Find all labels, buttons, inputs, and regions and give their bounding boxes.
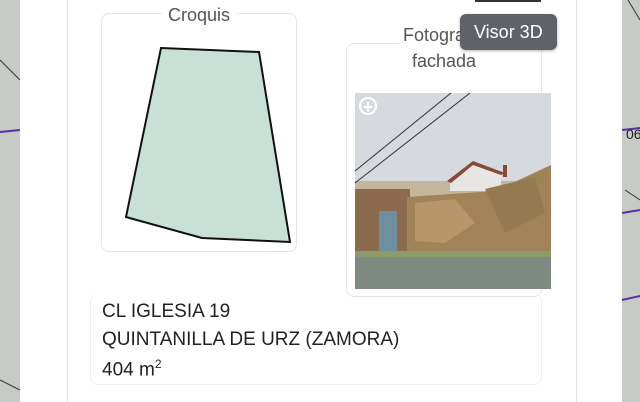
sketch-box: Croquis [101,5,297,252]
locality: QUINTANILLA DE URZ (ZAMORA) [102,329,400,350]
visor-3d-tooltip: Visor 3D [460,14,557,50]
photo-title-line2: fachada [407,48,481,74]
toolbar-strip [475,0,541,2]
zoom-in-icon[interactable]: + [359,97,377,116]
parcel-area: 404 m2 [102,357,162,381]
facade-photo[interactable]: + [355,93,551,289]
parcel-shape [124,46,292,244]
photo-box: Fotografía fachada + [346,22,551,297]
street-address: CL IGLESIA 19 [102,301,231,322]
area-exponent: 2 [154,357,162,371]
map-label: 06 [626,126,640,142]
parcel-address: CL IGLESIA 19 QUINTANILLA DE URZ (ZAMORA… [90,294,542,385]
parcel-sketch [124,46,292,244]
area-value: 404 m [102,359,155,381]
